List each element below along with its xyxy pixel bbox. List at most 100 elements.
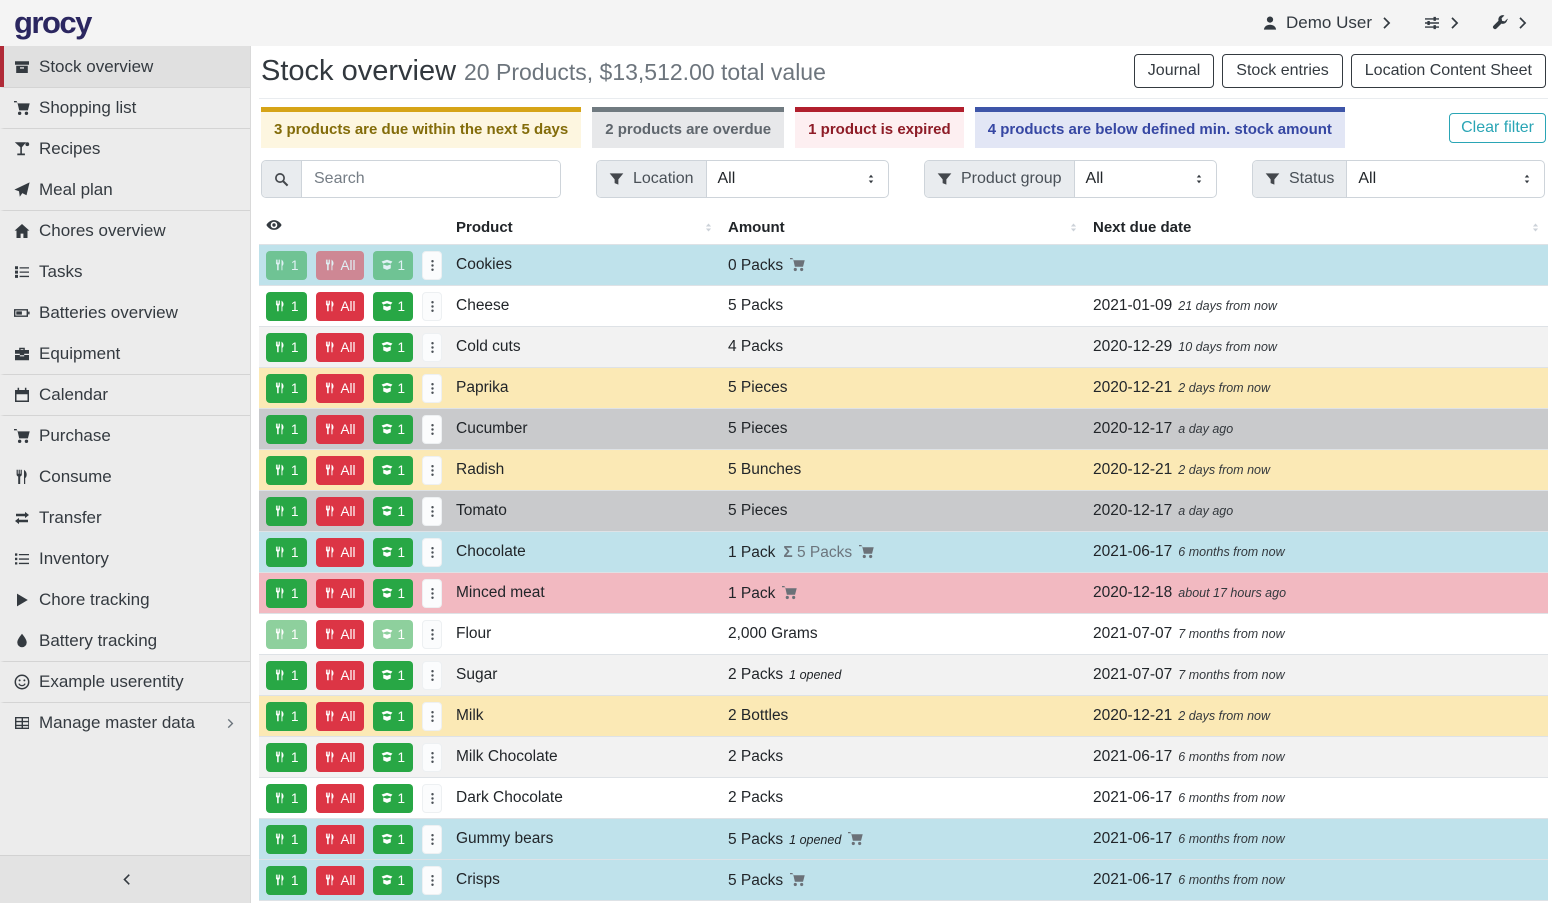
sidebar-item-recipes[interactable]: Recipes xyxy=(0,128,250,169)
sidebar-item-battery-tracking[interactable]: Battery tracking xyxy=(0,620,250,661)
consume-one-button[interactable]: 1 xyxy=(266,866,307,895)
consume-all-button[interactable]: All xyxy=(316,333,364,362)
open-one-button[interactable]: 1 xyxy=(373,292,414,321)
product-name[interactable]: Minced meat xyxy=(449,573,721,614)
filter-notice-overdue[interactable]: 2 products are overdue xyxy=(592,107,784,148)
shopping-cart-icon[interactable] xyxy=(790,872,805,887)
consume-all-button[interactable]: All xyxy=(316,415,364,444)
product-name[interactable]: Cookies xyxy=(449,245,721,286)
consume-one-button[interactable]: 1 xyxy=(266,497,307,526)
consume-one-button[interactable]: 1 xyxy=(266,538,307,567)
sidebar-item-meal-plan[interactable]: Meal plan xyxy=(0,169,250,210)
open-one-button[interactable]: 1 xyxy=(373,743,414,772)
consume-one-button[interactable]: 1 xyxy=(266,702,307,731)
filter-product-group-select[interactable]: All xyxy=(1075,161,1216,197)
open-one-button[interactable]: 1 xyxy=(373,866,414,895)
sidebar-item-inventory[interactable]: Inventory xyxy=(0,538,250,579)
row-menu-button[interactable] xyxy=(422,825,442,854)
open-one-button[interactable]: 1 xyxy=(373,456,414,485)
sidebar-item-equipment[interactable]: Equipment xyxy=(0,333,250,374)
product-name[interactable]: Milk Chocolate xyxy=(449,737,721,778)
consume-all-button[interactable]: All xyxy=(316,251,364,280)
row-menu-button[interactable] xyxy=(422,251,442,280)
row-menu-button[interactable] xyxy=(422,538,442,567)
row-menu-button[interactable] xyxy=(422,456,442,485)
sidebar-item-transfer[interactable]: Transfer xyxy=(0,497,250,538)
open-one-button[interactable]: 1 xyxy=(373,620,414,649)
row-menu-button[interactable] xyxy=(422,579,442,608)
shopping-cart-icon[interactable] xyxy=(782,585,797,600)
consume-all-button[interactable]: All xyxy=(316,374,364,403)
product-name[interactable]: Milk xyxy=(449,696,721,737)
product-name[interactable]: Cheese xyxy=(449,286,721,327)
consume-one-button[interactable]: 1 xyxy=(266,251,307,280)
consume-one-button[interactable]: 1 xyxy=(266,661,307,690)
consume-all-button[interactable]: All xyxy=(316,292,364,321)
shopping-cart-icon[interactable] xyxy=(848,831,863,846)
consume-one-button[interactable]: 1 xyxy=(266,292,307,321)
product-name[interactable]: Tomato xyxy=(449,491,721,532)
search-input[interactable] xyxy=(302,161,560,197)
user-menu[interactable]: Demo User xyxy=(1262,13,1396,33)
row-menu-button[interactable] xyxy=(422,620,442,649)
consume-one-button[interactable]: 1 xyxy=(266,333,307,362)
sidebar-item-chores-overview[interactable]: Chores overview xyxy=(0,210,250,251)
sidebar-item-calendar[interactable]: Calendar xyxy=(0,374,250,415)
consume-all-button[interactable]: All xyxy=(316,497,364,526)
consume-one-button[interactable]: 1 xyxy=(266,579,307,608)
product-name[interactable]: Dark Chocolate xyxy=(449,778,721,819)
product-name[interactable]: Sugar xyxy=(449,655,721,696)
consume-one-button[interactable]: 1 xyxy=(266,743,307,772)
consume-one-button[interactable]: 1 xyxy=(266,415,307,444)
settings-menu[interactable] xyxy=(1424,15,1464,31)
consume-all-button[interactable]: All xyxy=(316,620,364,649)
consume-one-button[interactable]: 1 xyxy=(266,456,307,485)
consume-all-button[interactable]: All xyxy=(316,538,364,567)
sidebar-item-consume[interactable]: Consume xyxy=(0,456,250,497)
sidebar-item-shopping-list[interactable]: Shopping list xyxy=(0,87,250,128)
consume-one-button[interactable]: 1 xyxy=(266,620,307,649)
open-one-button[interactable]: 1 xyxy=(373,579,414,608)
product-name[interactable]: Radish xyxy=(449,450,721,491)
open-one-button[interactable]: 1 xyxy=(373,702,414,731)
product-name[interactable]: Cold cuts xyxy=(449,327,721,368)
journal-button[interactable]: Journal xyxy=(1134,54,1214,88)
shopping-cart-icon[interactable] xyxy=(790,257,805,272)
filter-location-select[interactable]: All xyxy=(707,161,889,197)
stock-entries-button[interactable]: Stock entries xyxy=(1222,54,1342,88)
consume-all-button[interactable]: All xyxy=(316,743,364,772)
row-menu-button[interactable] xyxy=(422,415,442,444)
row-menu-button[interactable] xyxy=(422,784,442,813)
shopping-cart-icon[interactable] xyxy=(859,544,874,559)
open-one-button[interactable]: 1 xyxy=(373,784,414,813)
row-menu-button[interactable] xyxy=(422,333,442,362)
open-one-button[interactable]: 1 xyxy=(373,661,414,690)
filter-notice-duesoon[interactable]: 3 products are due within the next 5 day… xyxy=(261,107,581,148)
column-header-product[interactable]: Product xyxy=(449,212,721,245)
open-one-button[interactable]: 1 xyxy=(373,374,414,403)
consume-all-button[interactable]: All xyxy=(316,866,364,895)
sidebar-item-chore-tracking[interactable]: Chore tracking xyxy=(0,579,250,620)
product-name[interactable]: Chocolate xyxy=(449,532,721,573)
open-one-button[interactable]: 1 xyxy=(373,415,414,444)
sidebar-collapse-button[interactable] xyxy=(0,855,250,903)
sidebar-item-tasks[interactable]: Tasks xyxy=(0,251,250,292)
row-menu-button[interactable] xyxy=(422,743,442,772)
row-menu-button[interactable] xyxy=(422,497,442,526)
consume-one-button[interactable]: 1 xyxy=(266,784,307,813)
filter-notice-belowmin[interactable]: 4 products are below defined min. stock … xyxy=(975,107,1345,148)
location-content-sheet-button[interactable]: Location Content Sheet xyxy=(1351,54,1546,88)
open-one-button[interactable]: 1 xyxy=(373,251,414,280)
open-one-button[interactable]: 1 xyxy=(373,825,414,854)
product-name[interactable]: Flour xyxy=(449,614,721,655)
sidebar-item-manage-master-data[interactable]: Manage master data xyxy=(0,702,250,743)
row-menu-button[interactable] xyxy=(422,374,442,403)
consume-all-button[interactable]: All xyxy=(316,784,364,813)
product-name[interactable]: Crisps xyxy=(449,860,721,901)
open-one-button[interactable]: 1 xyxy=(373,333,414,362)
consume-all-button[interactable]: All xyxy=(316,825,364,854)
row-menu-button[interactable] xyxy=(422,702,442,731)
consume-all-button[interactable]: All xyxy=(316,661,364,690)
filter-notice-expired[interactable]: 1 product is expired xyxy=(795,107,964,148)
admin-menu[interactable] xyxy=(1492,15,1532,31)
